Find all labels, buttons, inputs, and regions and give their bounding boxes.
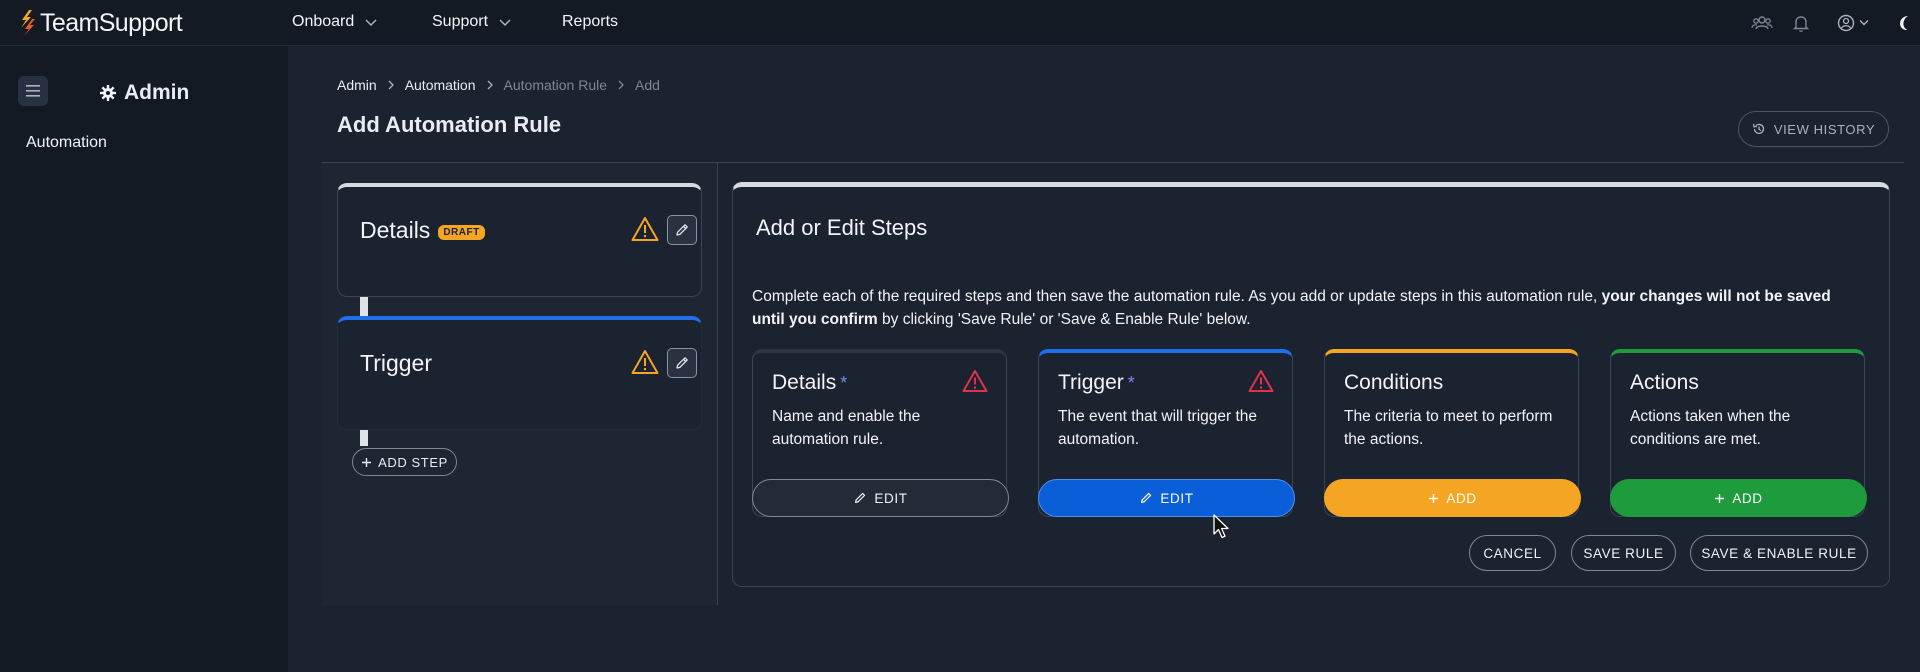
chevron-down-icon: [499, 19, 511, 27]
chevron-right-icon: [618, 80, 624, 90]
step-card-details[interactable]: Details DRAFT: [337, 183, 702, 297]
mouse-cursor-icon: [1213, 514, 1229, 539]
trigger-edit-button[interactable]: EDIT: [1038, 479, 1295, 517]
actions-add-label: ADD: [1732, 490, 1763, 506]
panel-divider: [717, 163, 718, 605]
view-history-label: VIEW HISTORY: [1773, 121, 1876, 137]
top-navigation-bar: TeamSupport Onboard Support Reports: [0, 0, 1920, 46]
user-circle-icon[interactable]: [1836, 12, 1872, 34]
hamburger-icon: [26, 85, 40, 97]
nav-onboard-label: Onboard: [292, 13, 355, 30]
actions-card-title: Actions: [1630, 371, 1699, 394]
edit-steps-title: Add or Edit Steps: [756, 215, 928, 240]
nav-reports[interactable]: Reports: [562, 13, 618, 31]
step-connector: [360, 297, 368, 316]
cancel-button[interactable]: CANCEL: [1469, 535, 1556, 571]
details-edit-label: EDIT: [874, 490, 908, 506]
teamsupport-logo-icon: [21, 10, 35, 36]
sidebar-item-automation[interactable]: Automation: [26, 134, 107, 152]
chevron-right-icon: [487, 80, 493, 90]
brand-logo[interactable]: TeamSupport: [20, 8, 183, 37]
sidebar: Admin Automation: [0, 46, 288, 672]
conditions-card-description: The criteria to meet to perform the acti…: [1344, 408, 1553, 448]
save-enable-rule-button[interactable]: SAVE & ENABLE RULE: [1690, 535, 1868, 571]
actions-add-button[interactable]: ADD: [1610, 479, 1867, 517]
desc-text-2: by clicking 'Save Rule' or 'Save & Enabl…: [877, 311, 1251, 328]
desc-text-1: Complete each of the required steps and …: [752, 288, 1602, 305]
plus-icon: [362, 457, 372, 467]
sidebar-title: Admin: [100, 81, 189, 105]
save-rule-button[interactable]: SAVE RULE: [1571, 535, 1676, 571]
breadcrumb-automation[interactable]: Automation: [405, 77, 476, 93]
details-card-description: Name and enable the automation rule.: [772, 408, 921, 448]
page-title: Add Automation Rule: [337, 112, 562, 137]
moon-icon[interactable]: [1894, 12, 1916, 34]
alert-triangle-icon: [1248, 370, 1274, 392]
draft-badge: DRAFT: [438, 225, 485, 240]
step-details-label: Details: [360, 217, 431, 243]
plus-icon: [1429, 493, 1439, 503]
trigger-edit-label: EDIT: [1160, 490, 1194, 506]
details-edit-button[interactable]: EDIT: [752, 479, 1009, 517]
people-icon[interactable]: [1751, 12, 1773, 34]
add-step-button[interactable]: ADD STEP: [352, 448, 457, 476]
step-card-trigger[interactable]: Trigger: [337, 316, 702, 430]
plus-icon: [1715, 493, 1725, 503]
required-star: *: [840, 373, 848, 393]
conditions-add-label: ADD: [1446, 490, 1477, 506]
chevron-down-icon: [365, 19, 377, 27]
trigger-card-title: Trigger *: [1058, 371, 1135, 395]
nav-onboard[interactable]: Onboard: [292, 13, 378, 31]
add-step-label: ADD STEP: [378, 454, 448, 470]
conditions-card-title: Conditions: [1344, 371, 1444, 394]
actions-card-description: Actions taken when the conditions are me…: [1630, 408, 1791, 448]
breadcrumb-add: Add: [635, 77, 660, 93]
details-card-title: Details *: [772, 371, 847, 395]
trigger-step-card: Trigger * The event that will trigger th…: [1038, 349, 1295, 517]
breadcrumb: Admin Automation Automation Rule Add: [337, 77, 660, 93]
step-details-title: Details DRAFT: [360, 217, 485, 244]
alert-triangle-icon: [962, 370, 988, 392]
breadcrumb-automation-rule: Automation Rule: [503, 77, 608, 93]
view-history-button[interactable]: VIEW HISTORY: [1738, 111, 1889, 147]
actions-step-card: Actions Actions taken when the condition…: [1610, 349, 1867, 517]
step-connector: [360, 430, 368, 446]
edit-steps-description: Complete each of the required steps and …: [752, 285, 1862, 331]
history-icon: [1752, 123, 1764, 134]
hamburger-menu-button[interactable]: [18, 76, 48, 106]
nav-support-label: Support: [432, 13, 489, 30]
sidebar-title-label: Admin: [124, 81, 190, 104]
required-star: *: [1127, 373, 1135, 393]
edit-trigger-button[interactable]: [667, 348, 697, 378]
trigger-card-description: The event that will trigger the automati…: [1058, 408, 1258, 448]
nav-reports-label: Reports: [562, 13, 619, 30]
pencil-icon: [1141, 492, 1152, 503]
bell-icon[interactable]: [1790, 12, 1812, 34]
warning-icon: [631, 350, 659, 374]
details-step-card: Details * Name and enable the automation…: [752, 349, 1009, 517]
brand-name: TeamSupport: [40, 8, 183, 37]
gear-icon: [100, 85, 116, 101]
edit-details-button[interactable]: [667, 215, 697, 245]
pencil-icon: [855, 492, 866, 503]
chevron-right-icon: [388, 80, 394, 90]
details-card-label: Details: [772, 371, 837, 394]
trigger-card-label: Trigger: [1058, 371, 1124, 394]
pencil-icon: [676, 357, 688, 369]
conditions-step-card: Conditions The criteria to meet to perfo…: [1324, 349, 1581, 517]
step-trigger-label: Trigger: [360, 350, 432, 376]
breadcrumb-admin[interactable]: Admin: [337, 77, 377, 93]
warning-icon: [631, 217, 659, 241]
step-trigger-title: Trigger: [360, 350, 432, 377]
pencil-icon: [676, 224, 688, 236]
conditions-add-button[interactable]: ADD: [1324, 479, 1581, 517]
nav-support[interactable]: Support: [432, 13, 512, 31]
